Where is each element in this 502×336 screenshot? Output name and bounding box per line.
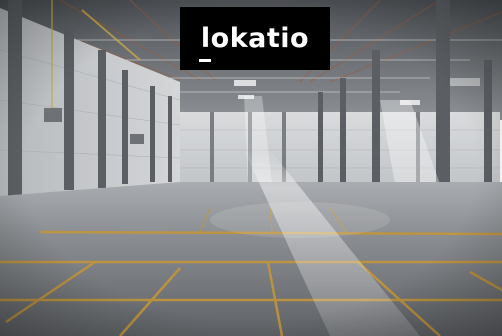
brand-logo-text: lokatio [200, 23, 310, 54]
logo-underline [199, 59, 211, 62]
logo-box: lokatio [180, 7, 330, 70]
photo-frame: lokatio [0, 0, 502, 336]
